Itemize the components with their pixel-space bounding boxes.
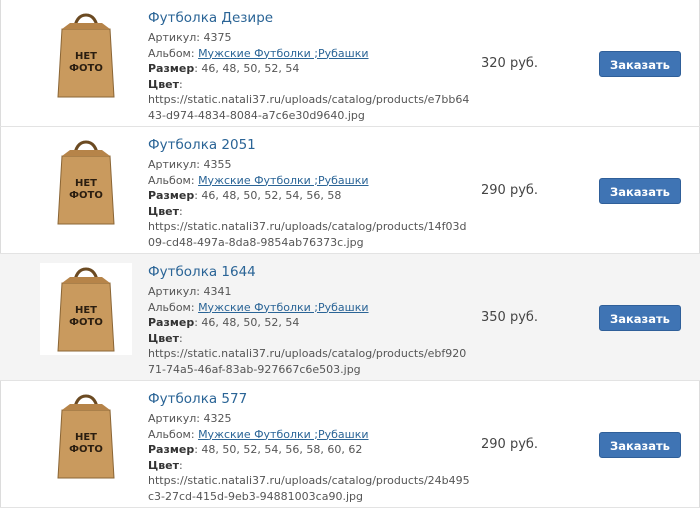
no-photo-line2: ФОТО (69, 63, 103, 74)
no-photo-bag-icon[interactable]: НЕТ ФОТО (40, 390, 132, 482)
no-photo-bag-icon[interactable]: НЕТ ФОТО (40, 9, 132, 101)
no-photo-line2: ФОТО (69, 317, 103, 328)
price: 290 руб. (481, 437, 539, 452)
sku-label: Артикул: (148, 285, 200, 298)
no-photo-line2: ФОТО (69, 444, 103, 455)
album-label: Альбом: (148, 173, 195, 187)
size-label: Размер (148, 189, 195, 202)
price: 290 руб. (481, 183, 539, 198)
color-label: Цвет (148, 458, 180, 472)
no-photo-line2: ФОТО (69, 190, 103, 201)
album-link[interactable]: Мужские Футболки ;Рубашки (198, 428, 368, 441)
size-label: Размер (148, 316, 195, 329)
product-row: НЕТ ФОТО Футболка 2051 Артикул: 4355 Аль… (0, 127, 700, 254)
size-value: 48, 50, 52, 54, 56, 58, 60, 62 (201, 443, 363, 456)
color-label: Цвет (148, 77, 180, 91)
no-photo-line1: НЕТ (75, 432, 97, 443)
no-photo-bag-icon[interactable]: НЕТ ФОТО (40, 263, 132, 355)
product-title[interactable]: Футболка 577 (148, 391, 473, 407)
color-label: Цвет (148, 331, 180, 345)
sku-label: Артикул: (148, 31, 200, 44)
product-title[interactable]: Футболка 2051 (148, 137, 473, 153)
product-info: Футболка 2051 Артикул: 4355 Альбом: Мужс… (148, 137, 473, 250)
no-photo-bag-icon[interactable]: НЕТ ФОТО (40, 136, 132, 228)
product-title[interactable]: Футболка Дезире (148, 10, 473, 26)
size-value: 46, 48, 50, 52, 54 (201, 62, 300, 75)
order-button[interactable]: Заказать (599, 305, 681, 331)
size-label: Размер (148, 62, 195, 75)
product-info: Футболка 577 Артикул: 4325 Альбом: Мужск… (148, 391, 473, 504)
album-link[interactable]: Мужские Футболки ;Рубашки (198, 47, 368, 60)
size-value: 46, 48, 50, 52, 54, 56, 58 (201, 189, 342, 202)
size-label: Размер (148, 443, 195, 456)
sku-label: Артикул: (148, 158, 200, 171)
product-list: НЕТ ФОТО Футболка Дезире Артикул: 4375 А… (0, 0, 700, 508)
album-label: Альбом: (148, 46, 195, 60)
order-button[interactable]: Заказать (599, 178, 681, 204)
album-label: Альбом: (148, 300, 195, 314)
size-value: 46, 48, 50, 52, 54 (201, 316, 300, 329)
product-row: НЕТ ФОТО Футболка 1644 Артикул: 4341 Аль… (0, 254, 700, 381)
image-url: https://static.natali37.ru/uploads/catal… (148, 347, 467, 376)
sku-value: 4325 (203, 412, 232, 425)
no-photo-line1: НЕТ (75, 305, 97, 316)
product-info: Футболка Дезире Артикул: 4375 Альбом: Му… (148, 10, 473, 123)
product-row: НЕТ ФОТО Футболка 577 Артикул: 4325 Альб… (0, 381, 700, 508)
image-url: https://static.natali37.ru/uploads/catal… (148, 474, 470, 503)
sku-label: Артикул: (148, 412, 200, 425)
sku-value: 4355 (203, 158, 232, 171)
product-title[interactable]: Футболка 1644 (148, 264, 473, 280)
image-url: https://static.natali37.ru/uploads/catal… (148, 220, 467, 249)
image-url: https://static.natali37.ru/uploads/catal… (148, 93, 470, 122)
album-label: Альбом: (148, 427, 195, 441)
sku-value: 4375 (203, 31, 232, 44)
order-button[interactable]: Заказать (599, 432, 681, 458)
product-row: НЕТ ФОТО Футболка Дезире Артикул: 4375 А… (0, 0, 700, 127)
product-info: Футболка 1644 Артикул: 4341 Альбом: Мужс… (148, 264, 473, 377)
order-button[interactable]: Заказать (599, 51, 681, 77)
album-link[interactable]: Мужские Футболки ;Рубашки (198, 174, 368, 187)
price: 350 руб. (481, 310, 539, 325)
no-photo-line1: НЕТ (75, 51, 97, 62)
color-label: Цвет (148, 204, 180, 218)
album-link[interactable]: Мужские Футболки ;Рубашки (198, 301, 368, 314)
no-photo-line1: НЕТ (75, 178, 97, 189)
price: 320 руб. (481, 56, 539, 71)
sku-value: 4341 (203, 285, 232, 298)
